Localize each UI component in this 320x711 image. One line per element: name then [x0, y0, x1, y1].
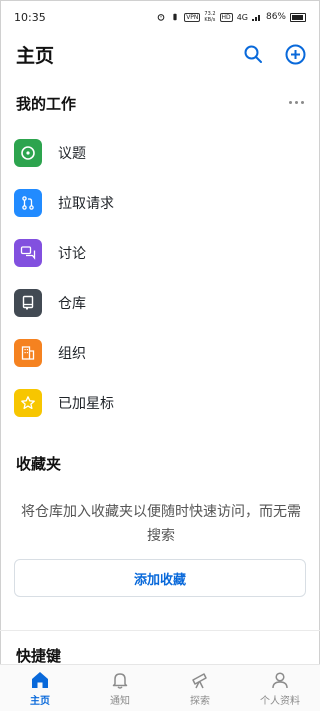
work-item-issues[interactable]: 议题: [0, 128, 320, 178]
work-item-organizations[interactable]: 组织: [0, 328, 320, 378]
discussion-icon: [14, 239, 42, 267]
battery-icon: [290, 12, 306, 22]
work-item-repositories[interactable]: 仓库: [0, 278, 320, 328]
nav-home[interactable]: 主页: [0, 670, 80, 707]
app-header: 主页: [0, 34, 320, 74]
organization-icon: [14, 339, 42, 367]
net-speed-unit: KB/s: [204, 17, 216, 23]
header-actions: [242, 43, 306, 65]
work-item-label: 拉取请求: [58, 196, 114, 212]
more-dot: [294, 100, 298, 104]
add-favorite-button[interactable]: 添加收藏: [14, 559, 306, 597]
telescope-icon: [192, 672, 207, 688]
work-item-label: 仓库: [58, 296, 86, 312]
search-button[interactable]: [242, 43, 264, 65]
network-type: 4G: [236, 12, 248, 22]
work-item-pull-requests[interactable]: 拉取请求: [0, 178, 320, 228]
work-item-label: 已加星标: [58, 396, 114, 412]
signal-icon: [251, 15, 260, 21]
bell-icon: [112, 672, 128, 689]
nav-profile[interactable]: 个人资料: [240, 670, 320, 707]
work-item-discussions[interactable]: 讨论: [0, 228, 320, 278]
bottom-navigation: 主页 通知 探索 个人资料: [0, 664, 320, 711]
more-dots-icon: [288, 100, 292, 104]
battery-percent: 86%: [265, 12, 286, 22]
nav-notifications[interactable]: 通知: [80, 670, 160, 707]
nav-label: 通知: [110, 695, 130, 707]
plus-circle-icon: [285, 44, 305, 64]
status-time: 10:35: [14, 10, 46, 24]
nav-explore[interactable]: 探索: [160, 670, 240, 707]
shortcuts-title: 快捷键: [16, 647, 62, 665]
alarm-icon: [157, 14, 165, 21]
work-item-label: 讨论: [58, 246, 86, 262]
nav-label: 探索: [190, 695, 210, 707]
nav-label: 个人资料: [260, 695, 300, 707]
work-item-starred[interactable]: 已加星标: [0, 378, 320, 428]
favorites-description: 将仓库加入收藏夹以便随时快速访问，而无需搜索: [21, 504, 301, 544]
repo-icon: [14, 289, 42, 317]
star-icon: [14, 389, 42, 417]
hd-badge: HD: [219, 12, 233, 22]
status-bar: 10:35 VPN 73.2 KB/s HD 4G 86%: [0, 0, 320, 34]
my-work-more-button[interactable]: [286, 92, 306, 112]
favorites-title: 收藏夹: [16, 455, 62, 473]
vibrate-icon: [173, 13, 177, 21]
pull-request-icon: [14, 189, 42, 217]
issue-icon: [14, 139, 42, 167]
my-work-title: 我的工作: [16, 95, 77, 113]
nav-label: 主页: [30, 695, 50, 707]
section-divider: [0, 630, 320, 631]
search-icon: [244, 45, 262, 63]
home-icon: [32, 671, 48, 688]
net-speed: 73.2 KB/s: [204, 11, 215, 23]
page-title: 主页: [16, 44, 55, 67]
work-item-label: 组织: [58, 346, 86, 362]
more-dot: [300, 100, 304, 104]
my-work-list: 议题 拉取请求 讨论 仓库 组织 已加星标: [0, 128, 320, 428]
vpn-badge: VPN: [184, 12, 201, 22]
person-icon: [272, 671, 288, 688]
create-button[interactable]: [284, 43, 306, 65]
work-item-label: 议题: [58, 146, 86, 162]
status-indicators: VPN 73.2 KB/s HD 4G 86%: [156, 11, 306, 23]
